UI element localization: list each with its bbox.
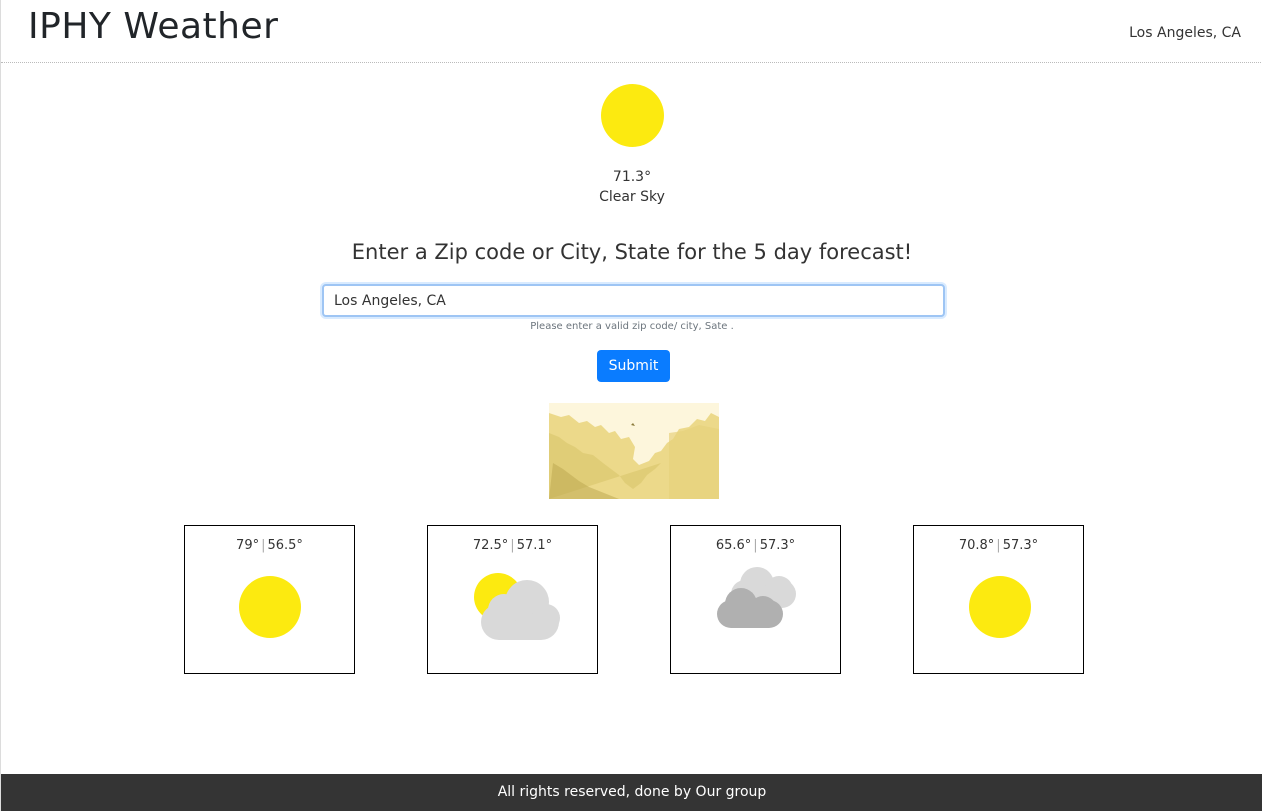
forecast-card: 65.6° | 57.3° bbox=[670, 525, 841, 674]
current-temperature: 71.3° bbox=[612, 169, 652, 185]
location-search-input[interactable] bbox=[322, 284, 945, 317]
forecast-temps: 65.6° | 57.3° bbox=[671, 538, 840, 553]
forecast-card: 79° | 56.5° bbox=[184, 525, 355, 674]
forecast-high: 79° bbox=[236, 538, 260, 553]
forecast-temps: 79° | 56.5° bbox=[185, 538, 354, 553]
forecast-card: 70.8° | 57.3° bbox=[913, 525, 1084, 674]
forecast-high: 65.6° bbox=[715, 538, 752, 553]
temp-separator: | bbox=[996, 538, 1001, 553]
partly-cloudy-icon bbox=[474, 573, 560, 640]
current-description: Clear Sky bbox=[599, 189, 665, 205]
forecast-low: 57.3° bbox=[759, 538, 796, 553]
weather-map-image bbox=[549, 403, 719, 499]
temp-separator: | bbox=[753, 538, 758, 553]
forecast-prompt: Enter a Zip code or City, State for the … bbox=[351, 240, 913, 264]
sun-icon bbox=[969, 576, 1031, 638]
submit-button[interactable]: Submit bbox=[597, 350, 670, 382]
temp-separator: | bbox=[510, 538, 515, 553]
temp-separator: | bbox=[261, 538, 266, 553]
header-location: Los Angeles, CA bbox=[1129, 25, 1241, 41]
forecast-high: 72.5° bbox=[472, 538, 509, 553]
forecast-low: 57.3° bbox=[1002, 538, 1039, 553]
input-hint: Please enter a valid zip code/ city, Sat… bbox=[530, 321, 734, 332]
cloudy-icon bbox=[717, 567, 796, 628]
forecast-card: 72.5° | 57.1° bbox=[427, 525, 598, 674]
current-weather: 71.3° Clear Sky bbox=[1, 84, 1262, 207]
forecast-high: 70.8° bbox=[958, 538, 995, 553]
forecast-temps: 70.8° | 57.3° bbox=[914, 538, 1083, 553]
sun-icon bbox=[600, 84, 664, 147]
forecast-low: 57.1° bbox=[516, 538, 553, 553]
footer-text: All rights reserved, done by Our group bbox=[497, 784, 767, 800]
page: IPHY Weather Los Angeles, CA 71.3° Clear… bbox=[0, 0, 1262, 811]
forecast-temps: 72.5° | 57.1° bbox=[428, 538, 597, 553]
forecast-low: 56.5° bbox=[267, 538, 303, 553]
brand-title[interactable]: IPHY Weather bbox=[28, 6, 278, 47]
sun-icon bbox=[239, 576, 301, 638]
navbar: IPHY Weather Los Angeles, CA bbox=[1, 0, 1262, 63]
footer: All rights reserved, done by Our group bbox=[1, 774, 1262, 811]
